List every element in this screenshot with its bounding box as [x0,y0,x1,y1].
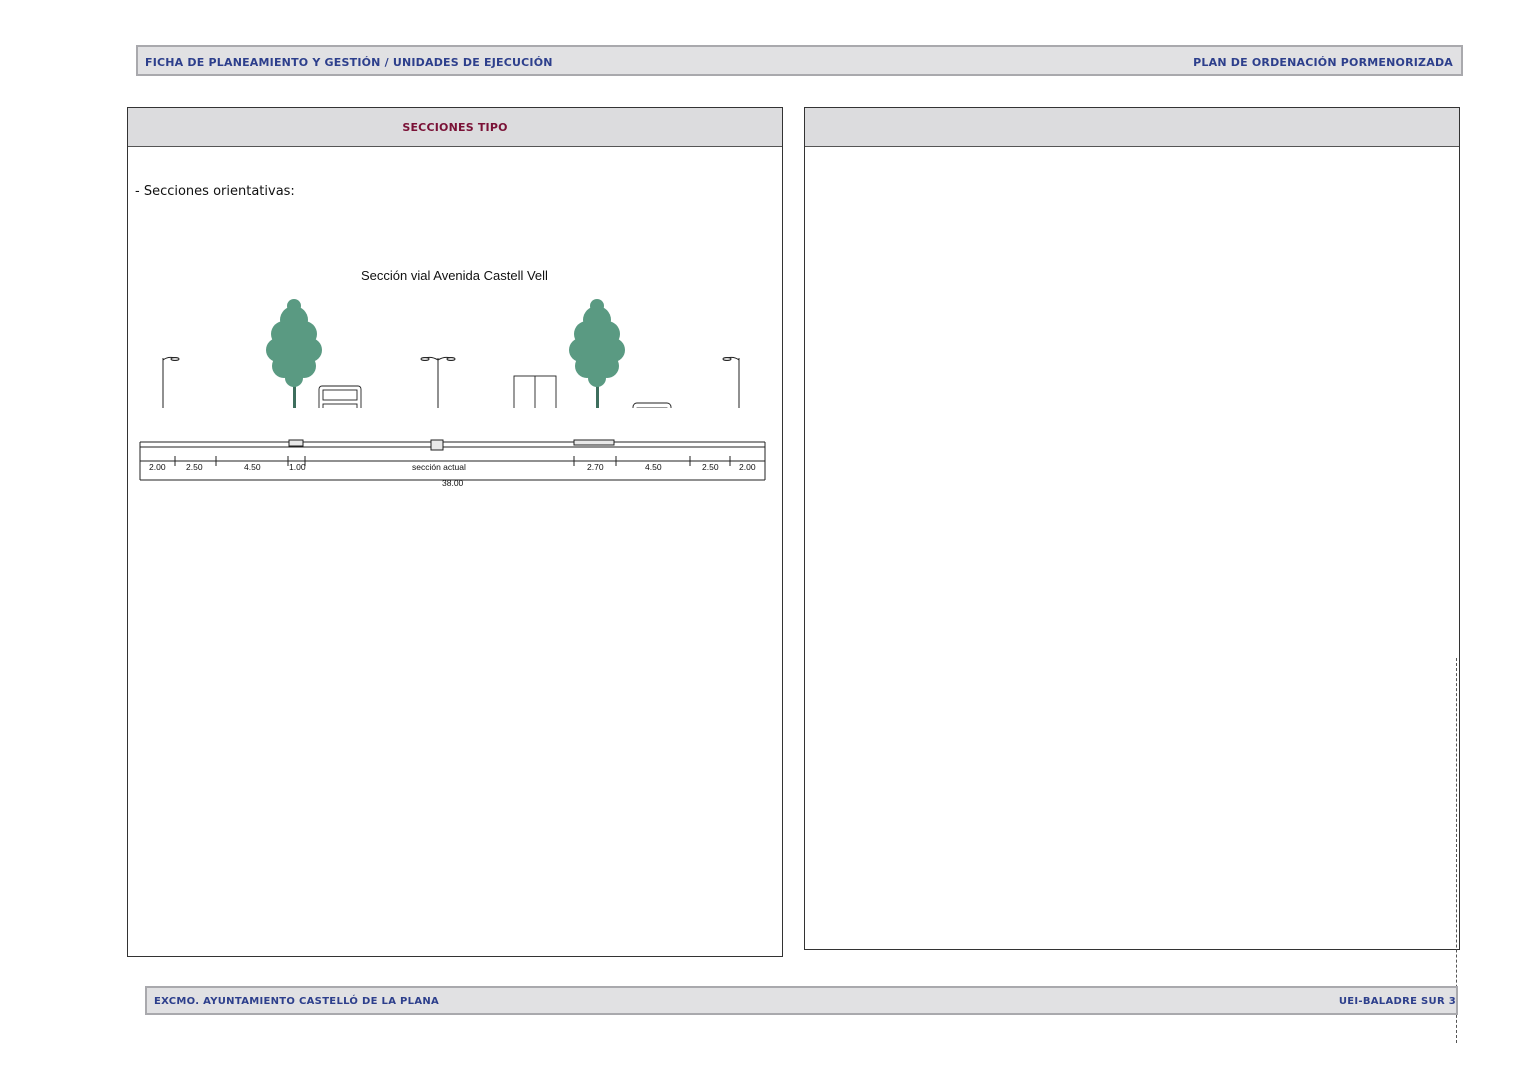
header-right-title: PLAN DE ORDENACIÓN PORMENORIZADA [1193,56,1453,69]
dim-parking-left: 2.50 [186,462,203,472]
footer-left: EXCMO. AYUNTAMIENTO CASTELLÓ DE LA PLANA [154,996,440,1007]
dim-median-right: 2.70 [587,462,604,472]
road-section-drawing [162,299,740,408]
truck-left [318,385,362,408]
box-truck [513,375,557,408]
dim-lane-right: 4.50 [645,462,662,472]
dim-lane-left: 4.50 [244,462,261,472]
empty-panel [804,107,1460,950]
footer-right: UEI-BALADRE SUR 3 [1338,996,1456,1007]
dim-current-section: sección actual [412,462,466,472]
dim-parking-right: 2.50 [702,462,719,472]
empty-panel-header [805,108,1459,147]
dim-total: 38.00 [442,478,464,488]
sections-panel: SECCIONES TIPO - Secciones orientativas:… [127,107,783,957]
page-footer: EXCMO. AYUNTAMIENTO CASTELLÓ DE LA PLANA… [145,986,1458,1015]
dim-sidewalk-right: 2.00 [739,462,756,472]
street-lamp-left [162,356,180,408]
van-right [632,402,672,408]
street-lamp-right [722,356,740,408]
section-drawing-title: Sección vial Avenida Castell Vell [361,268,548,283]
page-header: FICHA DE PLANEAMIENTO Y GESTIÓN / UNIDAD… [136,45,1463,76]
panel-title: SECCIONES TIPO [402,121,508,134]
tree-right [569,299,625,408]
dim-sidewalk-left: 2.00 [149,462,166,472]
panel-header: SECCIONES TIPO [128,108,782,147]
tree-left [266,299,322,408]
header-left-title: FICHA DE PLANEAMIENTO Y GESTIÓN / UNIDAD… [145,56,553,69]
street-lamp-center [420,356,456,408]
dim-tree-strip: 1.00 [289,462,306,472]
sections-subtitle: - Secciones orientativas: [135,184,295,199]
section-ground-and-dimensions: 2.00 2.50 4.50 1.00 sección actual 2.70 … [139,439,766,488]
